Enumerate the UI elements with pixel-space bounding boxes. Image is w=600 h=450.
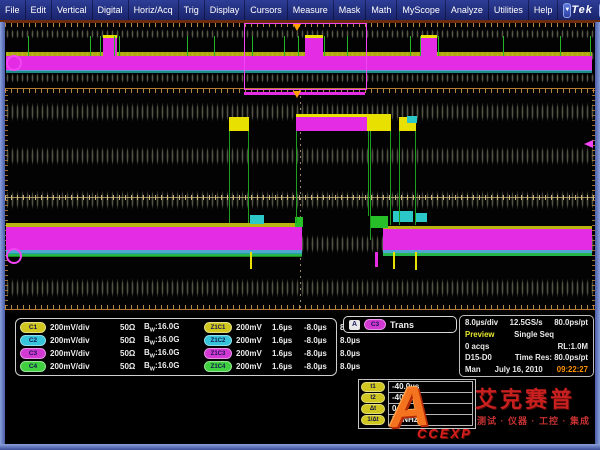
zoom-span: 8.0µs	[340, 362, 366, 371]
menu-vertical[interactable]: Vertical	[52, 0, 93, 20]
timebase-label: 8.0µs/div	[465, 318, 498, 327]
zoom-span: 8.0µs	[340, 349, 366, 358]
zoom-badge-z1c3[interactable]: Z1C3	[204, 348, 232, 359]
channel-bandwidth: BW:16.0G	[144, 348, 204, 360]
graticule-top-ticks	[5, 23, 595, 27]
resolution-label: 80.0ps/pt	[554, 318, 588, 327]
zoom-badge-z1c1[interactable]: Z1C1	[204, 322, 232, 333]
cursor-row-t2: t2 -40.0µs	[361, 392, 473, 403]
channel-badge-c2[interactable]: C2	[20, 335, 46, 346]
zoom-badge-z1c2[interactable]: Z1C2	[204, 335, 232, 346]
cursor-row-freq: 1/Δt NaNHz	[361, 414, 473, 425]
channel-badge-c3[interactable]: C3	[20, 348, 46, 359]
window-border-right	[595, 22, 600, 450]
menu-overflow-button[interactable]: ▼	[563, 3, 571, 18]
zoom-timebase: 1.6µs	[272, 336, 304, 345]
cursor-t1-badge[interactable]: t1	[361, 382, 385, 392]
preview-status: Preview	[465, 330, 494, 339]
oscilloscope-window: File Edit Vertical Digital Horiz/Acq Tri…	[0, 0, 600, 450]
time-resolution-label: Time Res: 80.0ps/pt	[515, 353, 588, 362]
readout-area: C1 200mV/div 50Ω BW:16.0G Z1C1 200mV 1.6…	[0, 314, 600, 450]
channel-row-c1: C1 200mV/div 50Ω BW:16.0G Z1C1 200mV 1.6…	[20, 321, 332, 334]
channel-scale: 200mV/div	[50, 349, 120, 358]
menu-myscope[interactable]: MyScope	[397, 0, 446, 20]
cursor-dt-badge[interactable]: Δt	[361, 404, 385, 414]
digital-channels-label: D15-D0	[465, 353, 492, 362]
channel-row-c3: C3 200mV/div 50Ω BW:16.0G Z1C3 200mV 1.6…	[20, 347, 332, 360]
cursor-freq-value: NaNHz	[388, 414, 473, 426]
channel-impedance: 50Ω	[120, 323, 144, 332]
menu-measure[interactable]: Measure	[288, 0, 334, 20]
menu-bar: File Edit Vertical Digital Horiz/Acq Tri…	[0, 0, 600, 20]
menu-utilities[interactable]: Utilities	[489, 0, 529, 20]
record-length: RL:1.0M	[558, 342, 588, 351]
window-border-bottom	[0, 444, 600, 450]
zoom-delay: -8.0µs	[304, 362, 340, 371]
cursor-row-t1: t1 -40.0µs	[361, 381, 473, 392]
menu-trig[interactable]: Trig	[179, 0, 205, 20]
zoom-badge-z1c4[interactable]: Z1C4	[204, 361, 232, 372]
zoom-scale: 200mV	[236, 349, 272, 358]
acquisition-mode: Single Seq	[514, 330, 554, 339]
cursor-t2-badge[interactable]: t2	[361, 393, 385, 403]
window-border-left	[0, 22, 5, 450]
tek-logo: Tek	[571, 4, 593, 16]
menu-display[interactable]: Display	[205, 0, 246, 20]
cursor-row-dt: Δt 0.0s	[361, 403, 473, 414]
channel-scale: 200mV/div	[50, 323, 120, 332]
zoom-scale: 200mV	[236, 362, 272, 371]
trigger-readout[interactable]: A C3 Trans	[343, 316, 457, 333]
zoom-span: 8.0µs	[340, 336, 366, 345]
zoom-delay: -8.0µs	[304, 349, 340, 358]
menu-horiz-acq[interactable]: Horiz/Acq	[129, 0, 179, 20]
channel-badge-c4[interactable]: C4	[20, 361, 46, 372]
date-label: July 16, 2010	[495, 365, 543, 374]
menu-help[interactable]: Help	[529, 0, 559, 20]
menu-edit[interactable]: Edit	[26, 0, 53, 20]
zoom-delay: -8.0µs	[304, 336, 340, 345]
channel-row-c4: C4 200mV/div 50Ω BW:16.0G Z1C4 200mV 1.6…	[20, 360, 332, 373]
channel-readout-panel: C1 200mV/div 50Ω BW:16.0G Z1C1 200mV 1.6…	[15, 318, 337, 376]
channel-scale: 200mV/div	[50, 336, 120, 345]
channel-bandwidth: BW:16.0G	[144, 361, 204, 373]
menu-digital[interactable]: Digital	[93, 0, 129, 20]
clock-label: 09:22:27	[557, 365, 588, 374]
trigger-source-badge: A	[349, 320, 360, 330]
left-edge-ruler	[5, 90, 8, 310]
menu-math[interactable]: Math	[366, 0, 397, 20]
channel-row-c2: C2 200mV/div 50Ω BW:16.0G Z1C2 200mV 1.6…	[20, 334, 332, 347]
cursor-freq-badge[interactable]: 1/Δt	[361, 415, 385, 425]
channel-bandwidth: BW:16.0G	[144, 322, 204, 334]
trigger-type-label: Trans	[390, 320, 414, 330]
menu-file[interactable]: File	[0, 0, 26, 20]
acquisition-count: 0 acqs	[465, 342, 489, 351]
menu-analyze[interactable]: Analyze	[446, 0, 489, 20]
zoom-timebase: 1.6µs	[272, 349, 304, 358]
zoom-delay: -8.0µs	[304, 323, 340, 332]
channel-scale: 200mV/div	[50, 362, 120, 371]
channel-impedance: 50Ω	[120, 336, 144, 345]
zoom-timebase: 1.6µs	[272, 362, 304, 371]
channel-impedance: 50Ω	[120, 362, 144, 371]
trigger-mode-label: Man	[465, 365, 481, 374]
acquisition-readout: 8.0µs/div 12.5GS/s 80.0ps/pt Preview Sin…	[459, 315, 594, 377]
zoom-scale: 200mV	[236, 323, 272, 332]
zoom-timebase: 1.6µs	[272, 323, 304, 332]
menu-cursors[interactable]: Cursors	[245, 0, 288, 20]
channel-badge-c1[interactable]: C1	[20, 322, 46, 333]
channel-impedance: 50Ω	[120, 349, 144, 358]
trigger-channel-badge: C3	[364, 319, 386, 330]
sample-rate-label: 12.5GS/s	[510, 318, 543, 327]
zoom-scale: 200mV	[236, 336, 272, 345]
channel-bandwidth: BW:16.0G	[144, 335, 204, 347]
menu-divider	[0, 20, 600, 23]
center-vertical-gridline	[300, 90, 301, 310]
overview-graticule	[5, 23, 595, 88]
menu-mask[interactable]: Mask	[334, 0, 367, 20]
cursor-readout-panel: t1 -40.0µs t2 -40.0µs Δt 0.0s 1/Δt NaNHz	[358, 379, 476, 429]
